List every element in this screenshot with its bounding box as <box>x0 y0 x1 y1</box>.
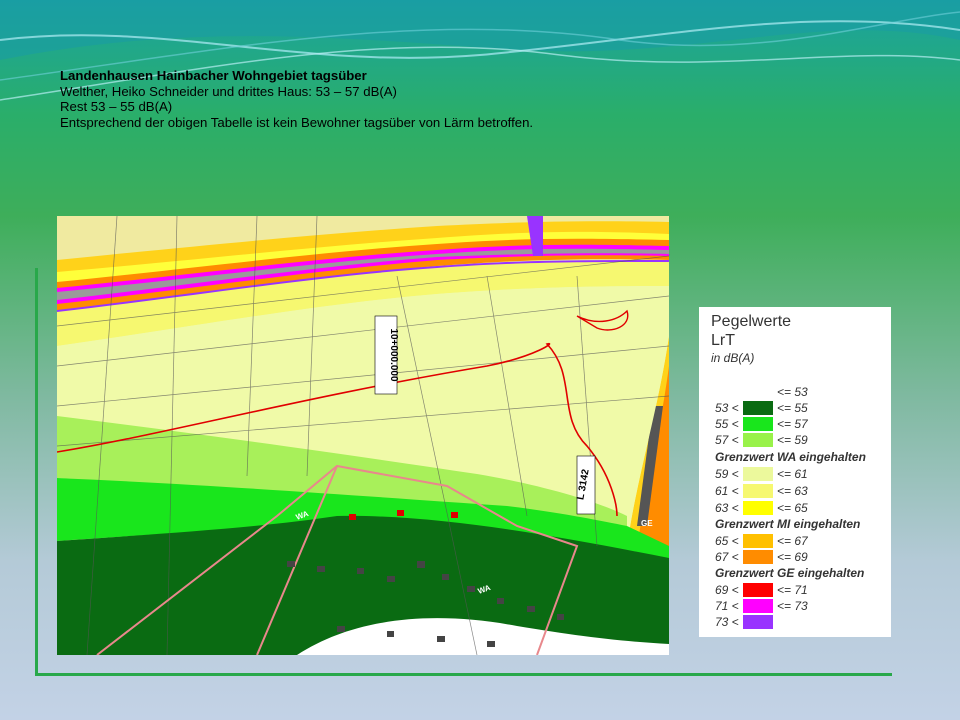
legend-swatch <box>743 467 773 481</box>
legend-note: Grenzwert MI eingehalten <box>715 517 861 531</box>
frame-line-vertical <box>35 268 38 676</box>
legend-swatch <box>743 615 773 629</box>
legend-row: 67 < <= 69 <box>715 550 808 564</box>
legend-note: Grenzwert GE eingehalten <box>715 566 865 580</box>
legend-row: 53 < <= 55 <box>715 401 808 415</box>
slide-line-conclusion: Entsprechend der obigen Tabelle ist kein… <box>60 114 534 130</box>
legend-note: Grenzwert WA eingehalten <box>715 450 866 464</box>
slide-title: Landenhausen Hainbacher Wohngebiet tagsü… <box>60 68 367 83</box>
slide-line-rest: Rest 53 – 55 dB(A) <box>60 99 173 114</box>
legend-swatch <box>743 433 773 447</box>
legend-row: 59 < <= 61 <box>715 467 808 481</box>
legend-swatch <box>743 583 773 597</box>
legend-row: 73 < <box>699 615 891 629</box>
legend-swatch <box>743 550 773 564</box>
legend-row: 71 < <= 73 <box>715 599 808 613</box>
station-label: 10+000.000 <box>388 328 399 382</box>
legend-swatch <box>743 599 773 613</box>
legend-panel: Pegelwerte LrT in dB(A) <= 53 53 < <= 55 … <box>699 307 891 637</box>
legend-row: 69 < <= 71 <box>715 583 808 597</box>
noise-map: 10+000.000 L 3142 WA WA GE <box>57 216 669 655</box>
legend-swatch <box>743 401 773 415</box>
legend-swatch <box>743 385 773 399</box>
legend-unit: in dB(A) <box>711 351 755 365</box>
legend-subtitle: LrT <box>711 332 735 349</box>
legend-title: Pegelwerte <box>711 313 792 330</box>
legend-row: 57 < <= 59 <box>715 433 808 447</box>
legend-swatch <box>743 501 773 515</box>
frame-line-horizontal <box>35 673 892 676</box>
legend-row: 63 < <= 65 <box>715 501 808 515</box>
legend-row: 61 < <= 63 <box>715 484 808 498</box>
legend-row: 55 < <= 57 <box>715 417 808 431</box>
slide-text-block: Landenhausen Hainbacher Wohngebiet tagsü… <box>60 68 920 130</box>
slide-line-houses: Welther, Heiko Schneider und drittes Hau… <box>60 83 397 99</box>
legend-row: 65 < <= 67 <box>715 534 808 548</box>
zone-label-ge: GE <box>641 519 653 528</box>
legend-swatch <box>743 534 773 548</box>
legend-swatch <box>743 484 773 498</box>
legend-row: <= 53 <box>699 385 891 399</box>
legend-swatch <box>743 417 773 431</box>
